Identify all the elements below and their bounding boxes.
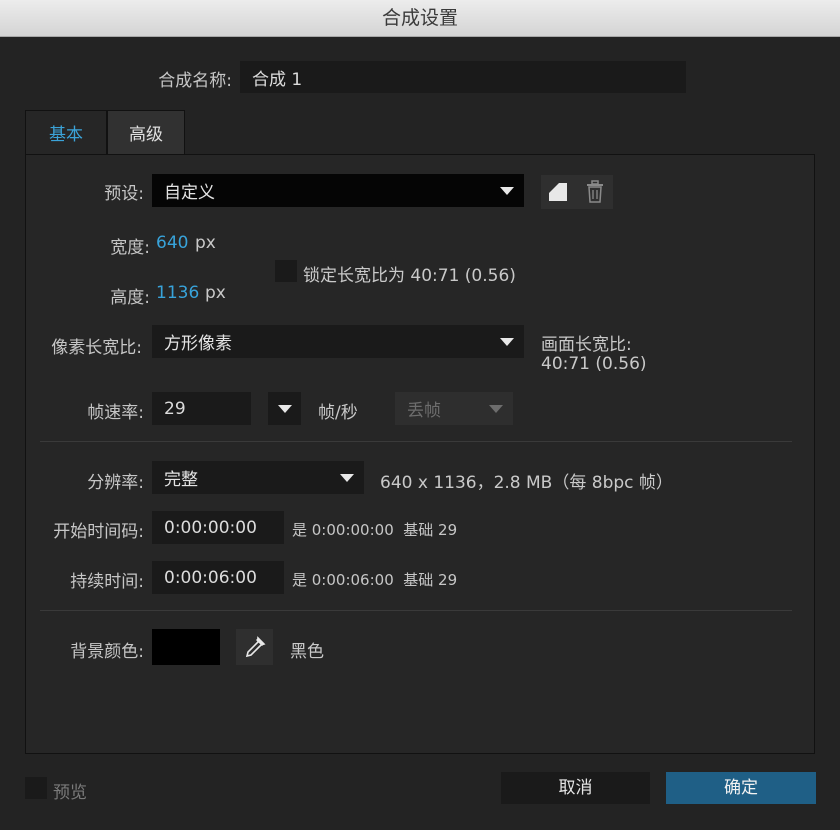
window-title: 合成设置 bbox=[0, 0, 840, 37]
frame-aspect-label: 画面长宽比: bbox=[541, 335, 632, 355]
drop-frame-dropdown[interactable]: 丢帧 bbox=[395, 392, 513, 425]
trash-icon[interactable] bbox=[584, 180, 606, 204]
divider bbox=[40, 610, 792, 611]
frame-rate-dropdown-button[interactable] bbox=[268, 392, 301, 425]
chevron-down-icon bbox=[500, 337, 514, 346]
width-label: 宽度: bbox=[110, 238, 150, 258]
frame-aspect-value: 40:71 (0.56) bbox=[541, 354, 647, 374]
background-color-swatch[interactable] bbox=[152, 629, 220, 665]
drop-frame-value: 丢帧 bbox=[407, 401, 441, 421]
start-timecode-label: 开始时间码: bbox=[53, 522, 144, 542]
eyedropper-button[interactable] bbox=[236, 629, 273, 665]
preview-checkbox[interactable] bbox=[25, 777, 47, 799]
width-value[interactable]: 640 bbox=[156, 233, 188, 253]
duration-label: 持续时间: bbox=[70, 572, 144, 592]
tab-basic[interactable]: 基本 bbox=[25, 110, 107, 155]
eyedropper-icon bbox=[243, 635, 267, 659]
chevron-down-icon bbox=[340, 473, 354, 482]
pixel-aspect-dropdown[interactable]: 方形像素 bbox=[152, 325, 524, 358]
resolution-label: 分辨率: bbox=[87, 473, 144, 493]
lock-aspect-label: 锁定长宽比为 40:71 (0.56) bbox=[303, 266, 516, 286]
chevron-down-icon bbox=[278, 404, 292, 413]
chevron-down-icon bbox=[489, 404, 503, 413]
lock-aspect-checkbox[interactable] bbox=[275, 260, 297, 282]
chevron-down-icon bbox=[500, 186, 514, 195]
tab-advanced[interactable]: 高级 bbox=[107, 110, 185, 155]
resolution-dropdown[interactable]: 完整 bbox=[152, 461, 364, 494]
height-unit: px bbox=[205, 283, 226, 303]
ok-button[interactable]: 确定 bbox=[666, 772, 816, 804]
preset-value: 自定义 bbox=[164, 183, 215, 203]
start-timecode-info: 是 0:00:00:00 基础 29 bbox=[292, 521, 458, 539]
pixel-aspect-value: 方形像素 bbox=[164, 334, 232, 354]
resolution-info: 640 x 1136，2.8 MB（每 8bpc 帧） bbox=[380, 473, 673, 493]
preset-actions bbox=[541, 175, 613, 209]
divider bbox=[40, 441, 792, 442]
frame-rate-label: 帧速率: bbox=[87, 403, 144, 423]
pixel-aspect-label: 像素长宽比: bbox=[51, 338, 142, 358]
frame-rate-unit: 帧/秒 bbox=[318, 403, 358, 423]
preview-label: 预览 bbox=[53, 783, 87, 803]
save-preset-icon[interactable] bbox=[547, 181, 569, 203]
comp-name-input[interactable] bbox=[240, 61, 686, 93]
height-value[interactable]: 1136 bbox=[156, 283, 199, 303]
preset-label: 预设: bbox=[104, 184, 144, 204]
start-timecode-input[interactable] bbox=[152, 511, 284, 544]
height-label: 高度: bbox=[110, 288, 150, 308]
cancel-button[interactable]: 取消 bbox=[501, 772, 650, 804]
duration-input[interactable] bbox=[152, 561, 284, 594]
width-unit: px bbox=[195, 233, 216, 253]
comp-name-label: 合成名称: bbox=[158, 71, 232, 91]
frame-rate-input[interactable] bbox=[152, 392, 251, 425]
background-color-label: 背景颜色: bbox=[70, 642, 144, 662]
duration-info: 是 0:00:06:00 基础 29 bbox=[292, 571, 458, 589]
preset-dropdown[interactable]: 自定义 bbox=[152, 174, 524, 207]
background-color-name: 黑色 bbox=[290, 642, 324, 662]
resolution-value: 完整 bbox=[164, 470, 198, 490]
